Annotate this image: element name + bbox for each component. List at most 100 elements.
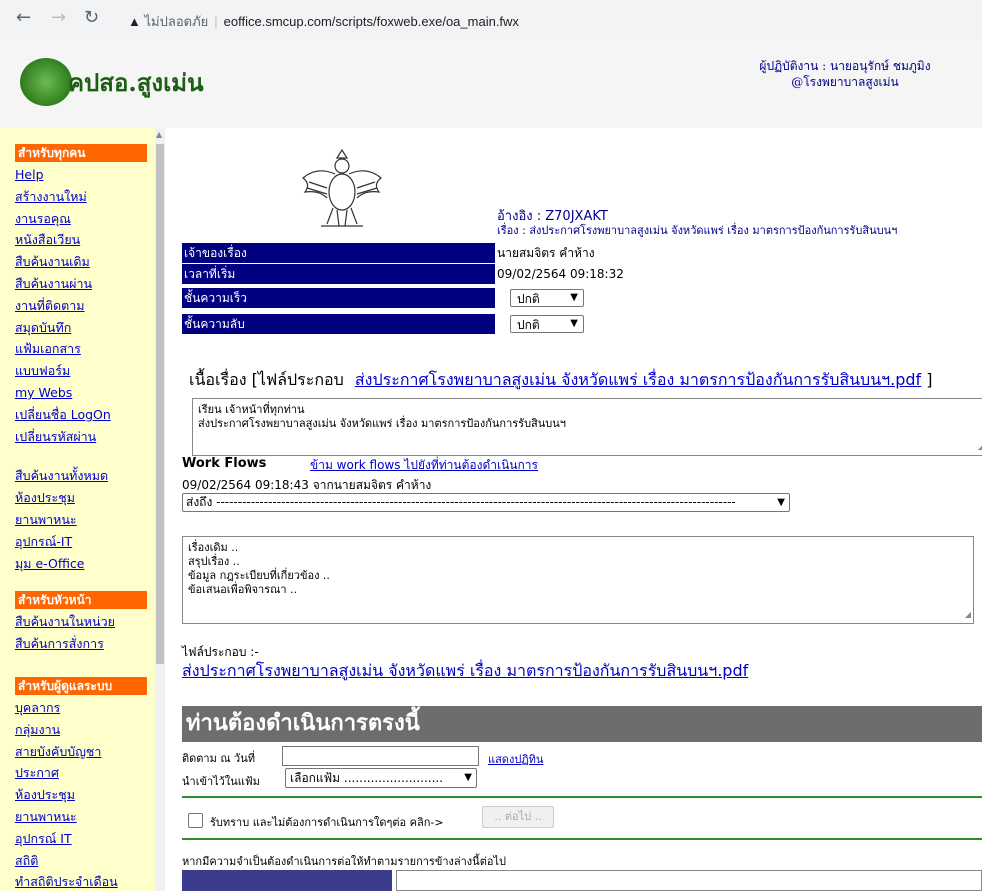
owner-value: นายสมจิตร คำห้าง: [497, 246, 595, 260]
speed-select[interactable]: ปกติ ▼: [510, 289, 584, 307]
logo-emblem-icon: [20, 58, 72, 106]
site-title: คปสอ.สูงเม่น: [68, 68, 204, 97]
action-input-cell[interactable]: [396, 870, 982, 891]
sidebar-item-new-task[interactable]: สร้างงานใหม่: [15, 189, 87, 204]
sidebar-scrollbar[interactable]: ▲: [155, 128, 165, 891]
body-file-link[interactable]: ส่งประกาศโรงพยาบาลสูงเม่น จังหวัดแพร่ เร…: [355, 370, 921, 389]
body-title: เนื้อเรื่อง [ไฟล์ประกอบ ส่งประกาศโรงพยาบ…: [189, 368, 933, 393]
scrollbar-thumb[interactable]: [156, 144, 164, 664]
secret-label: ชั้นความลับ: [182, 314, 495, 334]
start-time-value: 09/02/2564 09:18:32: [497, 267, 624, 281]
warning-icon: ▲: [128, 14, 141, 29]
skip-workflow-link[interactable]: ข้าม work flows ไปยังที่ท่านต้องดำเนินกา…: [310, 456, 538, 475]
divider: [182, 838, 982, 840]
sidebar-item-search-old[interactable]: สืบค้นงานเดิม: [15, 254, 90, 269]
sidebar-item-search-passed[interactable]: สืบค้นงานผ่าน: [15, 276, 92, 291]
send-to-value: ส่งถึง ---------------------------------…: [186, 495, 736, 509]
sidebar-item-notebook[interactable]: สมุดบันทึก: [15, 320, 71, 335]
acknowledge-checkbox[interactable]: [188, 813, 203, 828]
security-label: ไม่ปลอดภัย: [144, 14, 209, 29]
chevron-down-icon: ▼: [570, 292, 578, 303]
owner-label: เจ้าของเรื่อง: [182, 243, 495, 263]
user-info: ผู้ปฏิบัติงาน : นายอนุรักษ์ ชมภูมิง @โรง…: [735, 58, 955, 90]
sidebar-item-circular[interactable]: หนังสือเวียน: [15, 232, 80, 247]
body-textarea[interactable]: เรียน เจ้าหน้าที่ทุกท่าน ส่งประกาศโรงพยา…: [192, 398, 982, 456]
sidebar-item-monthly-stats[interactable]: ทำสถิติประจำเดือน: [15, 874, 118, 889]
folder-select-value: เลือกแฟ้ม ..........................: [290, 771, 444, 785]
sidebar-item-forms[interactable]: แบบฟอร์ม: [15, 363, 70, 378]
folder-select[interactable]: เลือกแฟ้ม .......................... ▼: [285, 768, 477, 788]
sidebar-item-help[interactable]: Help: [15, 167, 44, 182]
sidebar-item-statistics[interactable]: สถิติ: [15, 853, 38, 868]
address-bar[interactable]: ▲ ไม่ปลอดภัย | eoffice.smcup.com/scripts/f…: [118, 5, 982, 33]
sidebar-item-workgroup[interactable]: กลุ่มงาน: [15, 722, 60, 737]
main-content: อ้างอิง : Z70JXAKT เรื่อง : ส่งประกาศโรง…: [170, 128, 982, 891]
sidebar-item-search-orders[interactable]: สืบค้นการสั่งการ: [15, 636, 104, 651]
speed-select-value: ปกติ: [517, 292, 540, 306]
folder-label: นำเข้าไว้ในแฟ้ม: [182, 775, 260, 788]
body-title-prefix: เนื้อเรื่อง [ไฟล์ประกอบ: [189, 370, 344, 389]
document-reference: อ้างอิง : Z70JXAKT เรื่อง : ส่งประกาศโรง…: [497, 210, 897, 238]
sidebar-item-tracked[interactable]: งานที่ติดตาม: [15, 298, 85, 313]
send-to-select[interactable]: ส่งถึง ---------------------------------…: [182, 493, 790, 512]
notes-line: เรื่องเดิม ..: [188, 541, 239, 554]
forward-icon[interactable]: →: [51, 7, 66, 28]
chevron-down-icon: ▼: [464, 772, 472, 783]
follow-date-label: ติดตาม ณ วันที่: [182, 752, 256, 765]
body-text-line: ส่งประกาศโรงพยาบาลสูงเม่น จังหวัดแพร่ เร…: [198, 417, 566, 430]
divider: [182, 796, 982, 798]
resize-handle-icon[interactable]: ◢: [978, 440, 982, 454]
sidebar-item-change-logon[interactable]: เปลี่ยนชื่อ LogOn: [15, 407, 111, 422]
user-name: ผู้ปฏิบัติงาน : นายอนุรักษ์ ชมภูมิง: [759, 59, 931, 73]
acknowledge-text: รับทราบ และไม่ต้องการดำเนินการใดๆต่อ คลิ…: [210, 816, 444, 829]
sidebar-item-it-admin[interactable]: อุปกรณ์ IT: [15, 831, 72, 846]
sidebar-item-meeting-room-admin[interactable]: ห้องประชุม: [15, 787, 75, 802]
attachment-link[interactable]: ส่งประกาศโรงพยาบาลสูงเม่น จังหวัดแพร่ เร…: [182, 659, 748, 684]
continue-note: หากมีความจำเป็นต้องดำเนินการต่อให้ทำตามร…: [182, 855, 506, 868]
sidebar-item-waiting[interactable]: งานรอคุณ: [15, 211, 71, 226]
sidebar-group-heads: สำหรับหัวหน้า: [15, 591, 147, 610]
scroll-up-icon[interactable]: ▲: [156, 130, 162, 139]
resize-handle-icon[interactable]: ◢: [965, 608, 971, 622]
sidebar-group-everyone: สำหรับทุกคน: [15, 144, 147, 162]
url-text[interactable]: eoffice.smcup.com/scripts/foxweb.exe/oa_…: [224, 14, 519, 29]
sidebar-item-change-password[interactable]: เปลี่ยนรหัสผ่าน: [15, 429, 96, 444]
sidebar-item-search-all[interactable]: สืบค้นงานทั้งหมด: [15, 468, 108, 483]
browser-toolbar: ← → ↻ ▲ ไม่ปลอดภัย | eoffice.smcup.com/scr…: [0, 0, 982, 39]
secret-select[interactable]: ปกติ ▼: [510, 315, 584, 333]
sidebar-item-meeting-room[interactable]: ห้องประชุม: [15, 490, 75, 505]
chevron-down-icon: ▼: [570, 318, 578, 329]
owner-row: เจ้าของเรื่อง นายสมจิตร คำห้าง: [182, 243, 982, 263]
next-button[interactable]: .. ต่อไป ..: [482, 806, 554, 828]
body-title-suffix: ]: [926, 370, 933, 389]
follow-date-input[interactable]: [282, 746, 479, 766]
speed-row: ชั้นความเร็ว ปกติ ▼: [182, 288, 982, 308]
sidebar-item-vehicle-admin[interactable]: ยานพาหนะ: [15, 809, 77, 824]
reference-id: อ้างอิง : Z70JXAKT: [497, 209, 608, 224]
notes-line: ข้อมูล กฎระเบียบที่เกี่ยวข้อง ..: [188, 569, 330, 582]
sidebar-item-command-chain[interactable]: สายบังคับบัญชา: [15, 744, 101, 759]
sidebar-item-it-equipment[interactable]: อุปกรณ์-IT: [15, 534, 72, 549]
sidebar-item-eoffice-corner[interactable]: มุม e-Office: [15, 556, 85, 571]
sidebar-item-search-unit[interactable]: สืบค้นงานในหน่วย: [15, 614, 115, 629]
body-text-line: เรียน เจ้าหน้าที่ทุกท่าน: [198, 403, 305, 416]
sidebar: สำหรับทุกคน Help สร้างงานใหม่ งานรอคุณ ห…: [0, 128, 155, 891]
workflow-title: Work Flows: [182, 456, 267, 471]
show-calendar-link[interactable]: แสดงปฏิทิน: [488, 750, 543, 768]
secret-row: ชั้นความลับ ปกติ ▼: [182, 314, 982, 334]
action-header-cell: [182, 870, 392, 891]
sidebar-item-personnel[interactable]: บุคลากร: [15, 700, 60, 715]
back-icon[interactable]: ←: [16, 7, 31, 28]
workflow-notes-textarea[interactable]: เรื่องเดิม .. สรุปเรื่อง .. ข้อมูล กฎระเ…: [182, 536, 974, 624]
sidebar-item-folders[interactable]: แฟ้มเอกสาร: [15, 341, 81, 356]
sidebar-item-vehicle[interactable]: ยานพาหนะ: [15, 512, 77, 527]
notes-line: ข้อเสนอเพื่อพิจารณา ..: [188, 583, 297, 596]
reload-icon[interactable]: ↻: [84, 7, 99, 28]
sidebar-group-admin: สำหรับผู้ดูแลระบบ: [15, 676, 147, 695]
sidebar-item-announcement[interactable]: ประกาศ: [15, 765, 59, 780]
sidebar-item-my-webs[interactable]: my Webs: [15, 385, 72, 400]
action-heading: ท่านต้องดำเนินการตรงนี้: [182, 706, 982, 742]
notes-line: สรุปเรื่อง ..: [188, 555, 240, 568]
garuda-emblem-icon: [302, 148, 382, 227]
speed-label: ชั้นความเร็ว: [182, 288, 495, 308]
